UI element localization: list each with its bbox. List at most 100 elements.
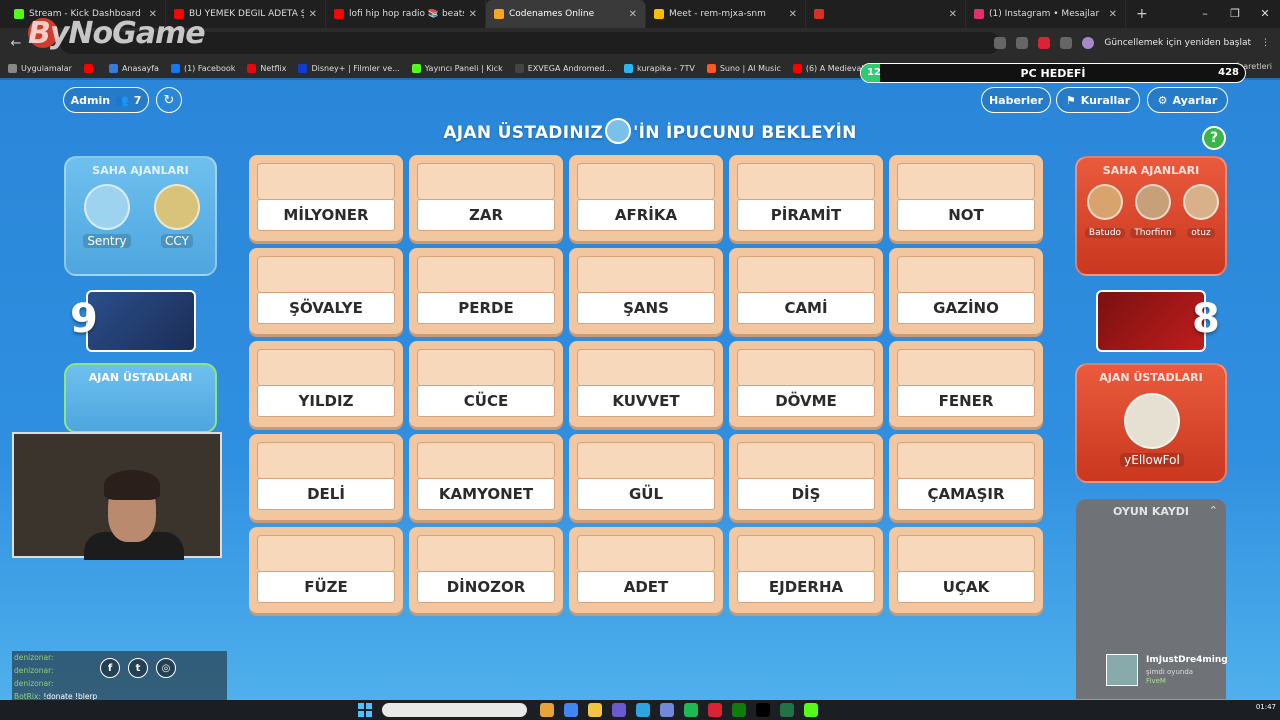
word-card[interactable]: KUVVET [569,341,723,427]
new-tab-button[interactable]: + [1126,6,1158,22]
card-top [897,256,1035,292]
card-top [897,163,1035,199]
taskbar-app-icon[interactable] [540,703,554,717]
profile-icon[interactable] [1082,37,1095,49]
word-card[interactable]: PİRAMİT [729,155,883,241]
card-top [417,442,555,478]
news-button[interactable]: Haberler [981,87,1051,113]
taskbar-app-icon[interactable] [756,703,770,717]
word-card[interactable]: MİLYONER [249,155,403,241]
word-card[interactable]: DÖVME [729,341,883,427]
close-tab-icon[interactable]: ✕ [309,9,317,20]
word-card[interactable]: UÇAK [889,527,1043,613]
word-card[interactable]: CÜCE [409,341,563,427]
word-card[interactable]: AFRİKA [569,155,723,241]
word-card[interactable]: ZAR [409,155,563,241]
windows-start-icon[interactable] [358,703,372,717]
bookmark-star-icon[interactable] [1016,37,1029,49]
word-card[interactable]: ADET [569,527,723,613]
word-card[interactable]: DELİ [249,434,403,520]
taskbar-search[interactable] [382,703,527,717]
close-tab-icon[interactable]: ✕ [629,9,637,20]
word-card[interactable]: FENER [889,341,1043,427]
taskbar-app-icon[interactable] [564,703,578,717]
back-icon[interactable]: ← [4,36,28,51]
taskbar-app-icon[interactable] [780,703,794,717]
browser-tab[interactable]: (1) Instagram • Mesajlar ✕ [966,0,1126,28]
card-word: PERDE [417,292,555,324]
help-icon[interactable]: ? [1202,126,1226,150]
extensions-puzzle-icon[interactable] [1060,37,1073,49]
card-top [737,163,875,199]
admin-button[interactable]: Admin 👥 7 [63,87,149,113]
word-card[interactable]: GÜL [569,434,723,520]
bookmark-item[interactable]: Uygulamalar [8,63,72,73]
taskbar-app-icon[interactable] [636,703,650,717]
restart-icon[interactable]: ↻ [156,87,182,113]
bookmark-item[interactable]: Yayıncı Paneli | Kick [411,63,503,73]
card-word: DİŞ [737,478,875,510]
blue-agent[interactable]: Sentry [72,184,142,249]
blue-agent[interactable]: CCY [142,184,212,249]
player-count: 7 [133,93,142,107]
browser-tab[interactable]: ✕ [806,0,966,28]
card-top [897,535,1035,571]
taskbar-app-icon[interactable] [804,703,818,717]
browser-tab[interactable]: Codenames Online ✕ [486,0,646,28]
tab-favicon [974,9,984,19]
settings-label: Ayarlar [1172,93,1218,107]
close-tab-icon[interactable]: ✕ [1109,9,1117,20]
word-card[interactable]: GAZİNO [889,248,1043,334]
rules-button[interactable]: ⚑ Kurallar [1056,87,1140,113]
red-agent[interactable]: Batudo [1081,184,1129,239]
browser-tab[interactable]: Meet - rem-mjxa-snm ✕ [646,0,806,28]
browser-tab[interactable]: lofi hip hop radio 📚 beats ✕ [326,0,486,28]
instagram-icon[interactable]: ◎ [156,658,176,678]
bookmark-favicon [170,63,180,73]
bookmark-item[interactable] [83,63,97,73]
taskbar-app-icon[interactable] [708,703,722,717]
word-card[interactable]: DİNOZOR [409,527,563,613]
close-tab-icon[interactable]: ✕ [789,9,797,20]
word-card[interactable]: ŞANS [569,248,723,334]
word-card[interactable]: ŞÖVALYE [249,248,403,334]
taskbar-app-icon[interactable] [612,703,626,717]
extension-icon[interactable] [1038,37,1051,49]
bookmark-item[interactable]: kurapika - 7TV [624,63,695,73]
word-card[interactable]: KAMYONET [409,434,563,520]
word-card[interactable]: YILDIZ [249,341,403,427]
settings-button[interactable]: ⚙ Ayarlar [1147,87,1228,113]
bookmark-item[interactable]: (1) Facebook [170,63,235,73]
update-button[interactable]: Güncellemek için yeniden başlat [1104,38,1251,48]
bookmark-item[interactable]: Anasayfa [108,63,159,73]
word-card[interactable]: DİŞ [729,434,883,520]
maximize-icon[interactable]: ❐ [1220,0,1250,28]
close-window-icon[interactable]: ✕ [1250,0,1280,28]
close-tab-icon[interactable]: ✕ [949,9,957,20]
facebook-icon[interactable]: f [100,658,120,678]
minimize-icon[interactable]: – [1190,0,1220,28]
card-word: DİNOZOR [417,571,555,603]
word-card[interactable]: PERDE [409,248,563,334]
bookmark-item[interactable]: EXVEGA Andromed... [514,63,612,73]
word-card[interactable]: FÜZE [249,527,403,613]
extension-icon[interactable] [994,37,1007,49]
red-agent[interactable]: Thorfinn [1129,184,1177,239]
word-card[interactable]: EJDERHA [729,527,883,613]
taskbar-app-icon[interactable] [588,703,602,717]
taskbar-app-icon[interactable] [660,703,674,717]
word-card[interactable]: CAMİ [729,248,883,334]
red-spymaster[interactable]: yEllowFol [1107,393,1197,468]
word-card[interactable]: NOT [889,155,1043,241]
taskbar-app-icon[interactable] [684,703,698,717]
menu-kebab-icon[interactable]: ⋮ [1261,38,1270,48]
twitter-icon[interactable]: t [128,658,148,678]
bookmark-item[interactable]: Netflix [247,63,286,73]
taskbar-app-icon[interactable] [732,703,746,717]
word-card[interactable]: ÇAMAŞIR [889,434,1043,520]
red-agent[interactable]: otuz [1177,184,1225,239]
bookmark-item[interactable]: Suno | AI Music [706,63,781,73]
collapse-chevron-icon[interactable]: ⌃ [1209,504,1218,517]
close-tab-icon[interactable]: ✕ [469,9,477,20]
bookmark-item[interactable]: Disney+ | Filmler ve... [298,63,400,73]
